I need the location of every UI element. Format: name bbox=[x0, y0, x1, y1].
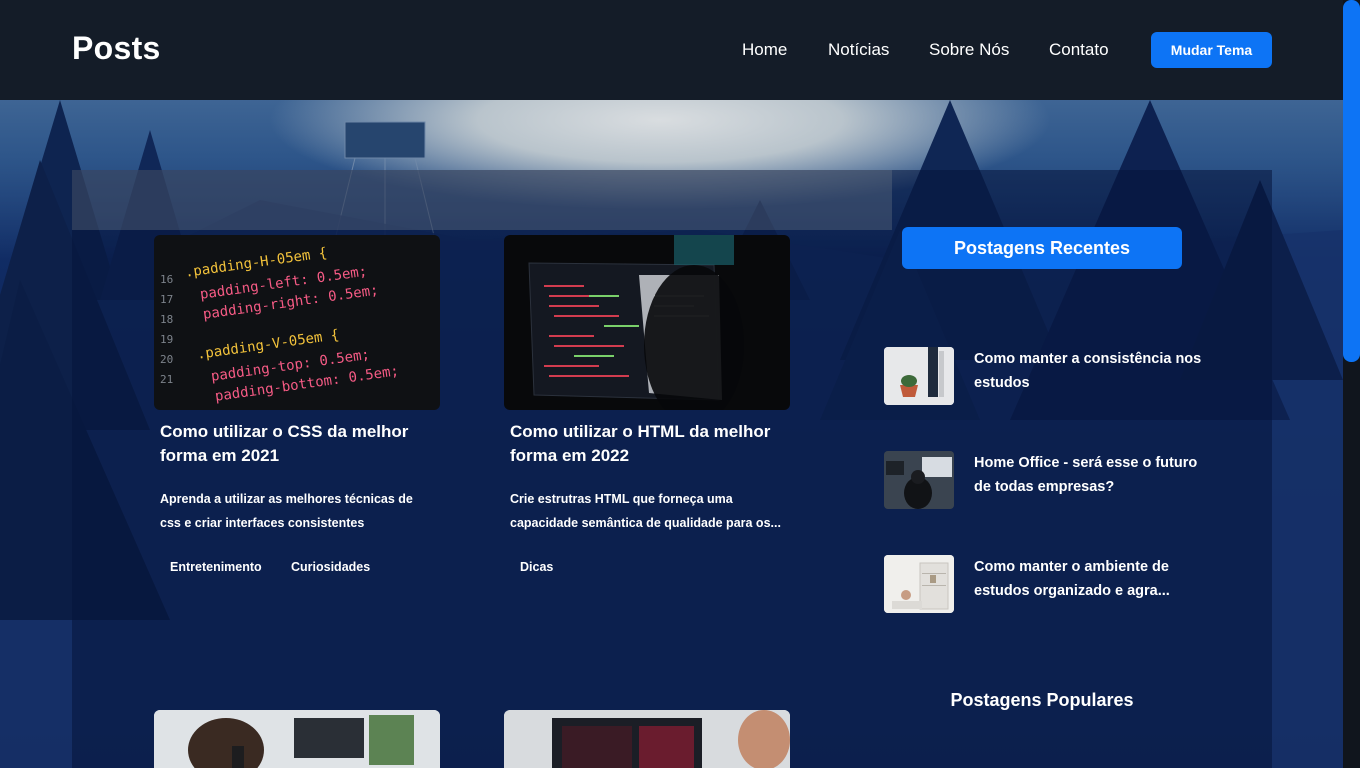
post-description: Crie estrutras HTML que forneça uma capa… bbox=[510, 492, 781, 530]
popular-posts-heading: Postagens Populares bbox=[950, 690, 1134, 710]
study-room-image bbox=[884, 555, 954, 613]
post-title[interactable]: Como utilizar o CSS da melhor forma em 2… bbox=[160, 420, 430, 468]
content-panel-top bbox=[72, 170, 892, 230]
office-image bbox=[154, 710, 440, 768]
line-number: 17 bbox=[160, 293, 174, 306]
post-thumbnail-website[interactable] bbox=[504, 710, 790, 768]
home-office-image bbox=[884, 451, 954, 509]
laptop-code-image bbox=[528, 235, 744, 410]
recent-post-title[interactable]: Home Office - será esse o futuro de toda… bbox=[974, 451, 1204, 499]
tag-tips[interactable]: Dicas bbox=[520, 560, 553, 574]
recent-post-item[interactable]: Como manter a consistência nos estudos bbox=[884, 347, 1204, 407]
scrollbar-thumb[interactable] bbox=[1343, 0, 1360, 362]
recent-post-item[interactable]: Home Office - será esse o futuro de toda… bbox=[884, 451, 1204, 511]
nav-news-link[interactable]: Notícias bbox=[828, 40, 889, 60]
tag-entertainment[interactable]: Entretenimento bbox=[170, 560, 262, 574]
line-number: 16 bbox=[160, 273, 174, 286]
line-number: 18 bbox=[160, 313, 174, 326]
line-number: 19 bbox=[160, 333, 174, 346]
post-title[interactable]: Como utilizar o HTML da melhor forma em … bbox=[510, 420, 780, 468]
recent-post-title[interactable]: Como manter a consistência nos estudos bbox=[974, 347, 1204, 395]
post-description: Aprenda a utilizar as melhores técnicas … bbox=[160, 492, 413, 530]
recent-post-thumbnail bbox=[884, 451, 954, 509]
line-number: 21 bbox=[160, 373, 174, 386]
brand-logo[interactable]: Posts bbox=[72, 30, 161, 67]
recent-post-item[interactable]: Como manter o ambiente de estudos organi… bbox=[884, 555, 1204, 615]
nav-contact-link[interactable]: Contato bbox=[1049, 40, 1109, 60]
plant-books-image bbox=[884, 347, 954, 405]
nav-home-link[interactable]: Home bbox=[742, 40, 787, 60]
top-navbar: Posts Home Notícias Sobre Nós Contato Mu… bbox=[0, 0, 1343, 100]
recent-post-thumbnail bbox=[884, 555, 954, 613]
recent-posts-heading[interactable]: Postagens Recentes bbox=[902, 227, 1182, 269]
recent-post-title[interactable]: Como manter o ambiente de estudos organi… bbox=[974, 555, 1204, 603]
recent-post-thumbnail bbox=[884, 347, 954, 405]
tag-curiosities[interactable]: Curiosidades bbox=[291, 560, 370, 574]
post-thumbnail-html[interactable] bbox=[504, 235, 790, 410]
post-thumbnail-office[interactable] bbox=[154, 710, 440, 768]
line-number: 20 bbox=[160, 353, 174, 366]
monitor-image bbox=[504, 710, 790, 768]
change-theme-button[interactable]: Mudar Tema bbox=[1151, 32, 1272, 68]
nav-about-link[interactable]: Sobre Nós bbox=[929, 40, 1009, 60]
post-thumbnail-css[interactable]: 16 17 18 19 20 21 .padding-H-05em { padd… bbox=[154, 235, 440, 410]
